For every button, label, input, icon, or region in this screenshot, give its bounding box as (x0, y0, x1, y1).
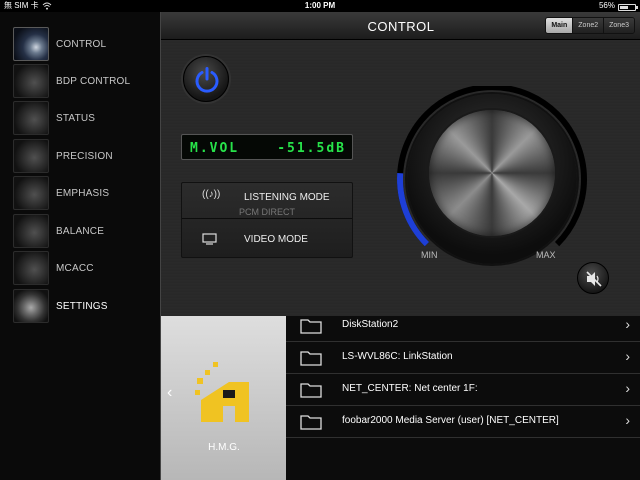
list-item-label: LS-WVL86C: LinkStation (342, 351, 453, 362)
sidebar-item-bdp-control[interactable]: BDP CONTROL (0, 63, 158, 99)
battery-icon (618, 3, 638, 11)
clock: 1:00 PM (304, 1, 336, 10)
list-item[interactable]: foobar2000 Media Server (user) [NET_CENT… (286, 406, 640, 438)
volume-level-arc (397, 173, 430, 247)
control-thumb-icon (13, 27, 49, 61)
battery-percent: 56% (598, 1, 615, 10)
battery-fill (620, 5, 628, 9)
volume-display: M.VOL -51.5dB (181, 134, 353, 160)
mode-buttons: ((♪)) LISTENING MODE PCM DIRECT VIDEO MO… (181, 182, 353, 258)
folder-icon (300, 351, 322, 366)
chevron-right-icon: › (625, 348, 630, 364)
tab-zone3[interactable]: Zone3 (603, 18, 634, 33)
listening-mode-label: LISTENING MODE (244, 192, 330, 203)
mute-icon (586, 271, 602, 287)
list-item[interactable]: DiskStation2 › (286, 310, 640, 342)
chevron-left-icon[interactable]: ‹ (167, 384, 172, 402)
knob-max-label: MAX (536, 250, 556, 260)
sidebar-item-label: BDP CONTROL (56, 75, 131, 87)
emphasis-thumb-icon (13, 176, 49, 210)
list-item-label: NET_CENTER: Net center 1F: (342, 383, 478, 394)
music-note-icon: ((♪)) (202, 189, 221, 200)
listening-mode-value: PCM DIRECT (239, 207, 295, 217)
sidebar-item-settings[interactable]: SETTINGS (0, 288, 158, 324)
list-item[interactable]: NET_CENTER: Net center 1F: › (286, 374, 640, 406)
balance-thumb-icon (13, 214, 49, 248)
sidebar-item-label: BALANCE (56, 225, 105, 237)
sidebar-item-precision[interactable]: PRECISION (0, 138, 158, 174)
control-panel: CONTROL Main Zone2 Zone3 M.VOL -51.5dB (… (160, 12, 640, 316)
volume-value: -51.5dB (277, 141, 346, 156)
power-button[interactable] (183, 56, 229, 102)
monitor-icon (202, 233, 217, 245)
video-mode-label: VIDEO MODE (244, 234, 308, 245)
sidebar-item-mcacc[interactable]: MCACC (0, 250, 158, 286)
zone-tabs: Main Zone2 Zone3 (545, 17, 635, 34)
mute-button[interactable] (577, 262, 609, 294)
title-bar: CONTROL Main Zone2 Zone3 (161, 12, 640, 40)
status-bar: 無 SIM 卡 1:00 PM 56% (0, 0, 640, 12)
sidebar-item-emphasis[interactable]: EMPHASIS (0, 175, 158, 211)
source-name: H.M.G. (208, 442, 240, 453)
mcacc-thumb-icon (13, 251, 49, 285)
sidebar-item-status[interactable]: STATUS (0, 100, 158, 136)
sidebar-item-balance[interactable]: BALANCE (0, 213, 158, 249)
video-mode-button[interactable]: VIDEO MODE (182, 221, 352, 257)
chevron-right-icon: › (625, 380, 630, 396)
sidebar-item-label: PRECISION (56, 150, 113, 162)
tab-main[interactable]: Main (546, 18, 573, 33)
folder-icon (300, 415, 322, 430)
folder-icon (300, 319, 322, 334)
list-item-label: DiskStation2 (342, 319, 399, 330)
source-panel: ‹ H.M.G. (160, 316, 286, 480)
bdp-control-thumb-icon (13, 64, 49, 98)
listening-mode-button[interactable]: ((♪)) LISTENING MODE PCM DIRECT (182, 183, 352, 219)
sidebar-item-label: CONTROL (56, 38, 107, 50)
sidebar-item-label: EMPHASIS (56, 187, 110, 199)
volume-knob[interactable]: MIN MAX (393, 86, 593, 286)
sidebar-item-control[interactable]: CONTROL (0, 26, 158, 62)
sidebar-item-label: MCACC (56, 262, 94, 274)
sidebar-item-label: STATUS (56, 112, 96, 124)
chevron-right-icon: › (625, 412, 630, 428)
precision-thumb-icon (13, 139, 49, 173)
chevron-right-icon: › (625, 316, 630, 332)
sidebar: CONTROL BDP CONTROL STATUS PRECISION EMP… (0, 12, 160, 480)
sidebar-item-label: SETTINGS (56, 300, 108, 312)
folder-icon (300, 383, 322, 398)
settings-gear-icon (13, 289, 49, 323)
media-server-list: DiskStation2 › LS-WVL86C: LinkStation › … (286, 316, 640, 480)
home-media-gallery-icon (195, 362, 249, 422)
knob-min-label: MIN (421, 250, 438, 260)
power-icon (195, 67, 219, 93)
list-item-label: foobar2000 Media Server (user) [NET_CENT… (342, 415, 559, 426)
status-thumb-icon (13, 101, 49, 135)
list-item[interactable]: LS-WVL86C: LinkStation › (286, 342, 640, 374)
tab-zone2[interactable]: Zone2 (572, 18, 604, 33)
volume-label: M.VOL (190, 141, 240, 156)
